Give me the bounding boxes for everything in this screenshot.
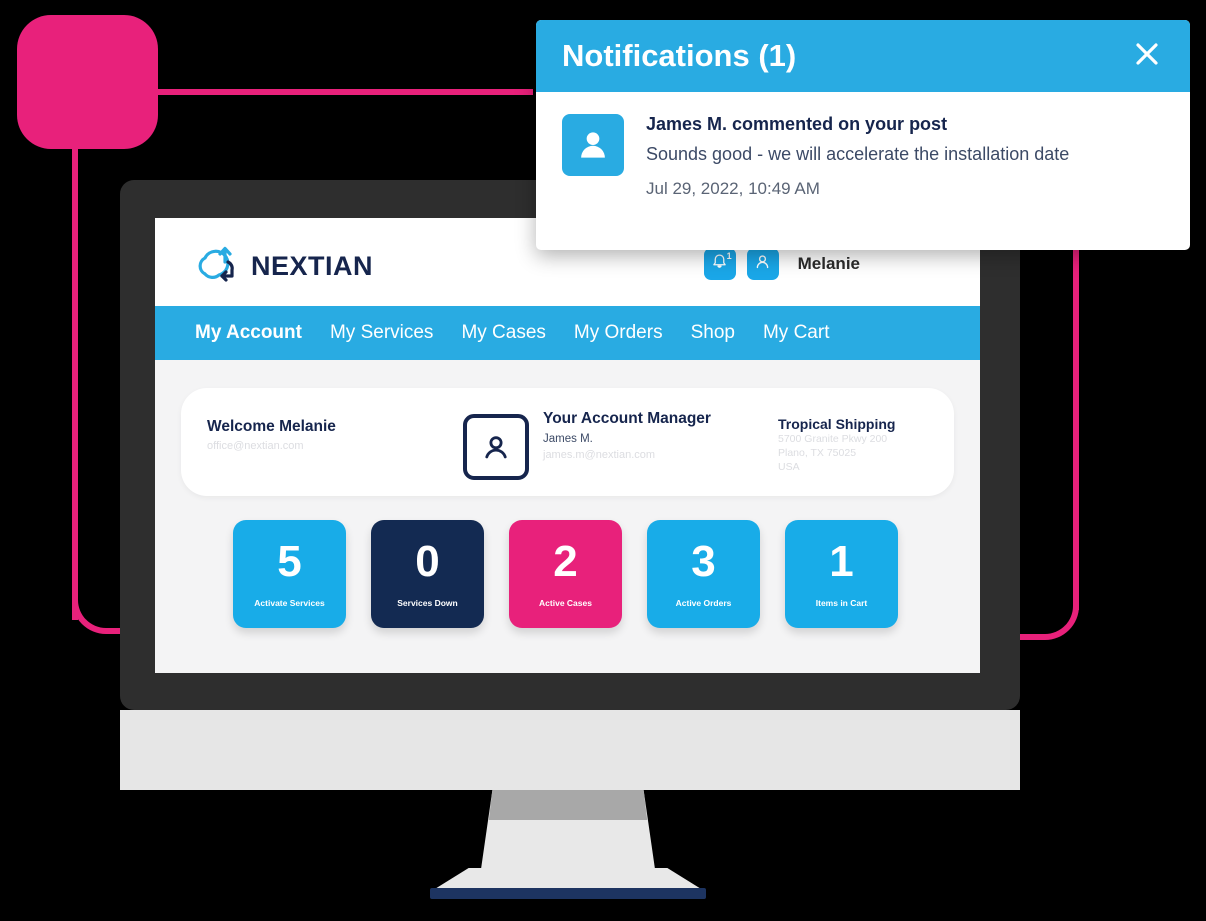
welcome-block: Welcome Melanie office@nextian.com xyxy=(207,418,336,452)
nav-item-shop[interactable]: Shop xyxy=(691,322,735,344)
main-navigation: My Account My Services My Cases My Order… xyxy=(155,306,980,360)
stat-tile-activate-services[interactable]: 5 Activate Services xyxy=(233,520,346,628)
stat-label: Services Down xyxy=(397,598,458,608)
stat-label: Active Cases xyxy=(539,598,592,608)
decorative-line-left xyxy=(72,140,78,620)
account-summary-card: Welcome Melanie office@nextian.com Your … xyxy=(181,388,954,496)
address-line-1: 5700 Granite Pkwy 200 xyxy=(778,433,888,445)
account-manager-block: Your Account Manager James M. james.m@ne… xyxy=(463,410,711,480)
notifications-button[interactable]: 1 xyxy=(703,248,736,280)
header-actions: 1 Melanie xyxy=(703,248,860,280)
decorative-elbow-left xyxy=(72,588,124,634)
nav-item-my-cart[interactable]: My Cart xyxy=(763,322,830,344)
account-manager-name: James M. xyxy=(543,433,593,445)
stat-value: 0 xyxy=(415,537,440,586)
avatar xyxy=(562,114,624,176)
user-name-label: Melanie xyxy=(797,254,860,273)
stat-label: Activate Services xyxy=(254,598,325,608)
address-line-3: USA xyxy=(778,461,800,474)
stat-value: 5 xyxy=(277,537,302,586)
welcome-email: office@nextian.com xyxy=(207,440,304,452)
decorative-line-horizontal xyxy=(155,89,533,95)
welcome-title: Welcome Melanie xyxy=(207,418,336,435)
stat-tile-active-orders[interactable]: 3 Active Orders xyxy=(647,520,760,628)
notification-item[interactable]: James M. commented on your post Sounds g… xyxy=(536,92,1190,221)
company-name: Tropical Shipping xyxy=(778,416,896,432)
decorative-elbow-right xyxy=(1017,590,1079,640)
notifications-panel: Notifications (1) James M. commented on … xyxy=(536,20,1190,250)
brand-logo[interactable]: NEXTIAN xyxy=(195,246,373,287)
stat-value: 2 xyxy=(553,537,578,586)
account-button[interactable] xyxy=(746,248,779,280)
address-line-2: Plano, TX 75025 xyxy=(778,447,857,460)
nav-item-my-orders[interactable]: My Orders xyxy=(574,322,663,344)
nav-item-my-cases[interactable]: My Cases xyxy=(461,322,545,344)
monitor-stand-foot xyxy=(430,888,706,899)
notifications-panel-header: Notifications (1) xyxy=(536,20,1190,92)
stat-value: 1 xyxy=(829,537,854,586)
cloud-arrow-icon xyxy=(195,246,241,287)
stat-tile-services-down[interactable]: 0 Services Down xyxy=(371,520,484,628)
stat-tile-items-in-cart[interactable]: 1 Items in Cart xyxy=(785,520,898,628)
stat-value: 3 xyxy=(691,537,716,586)
notifications-panel-title: Notifications (1) xyxy=(562,38,797,73)
user-icon xyxy=(754,253,771,275)
bell-icon xyxy=(711,253,728,275)
decorative-pink-square xyxy=(17,15,158,149)
monitor-stand-base xyxy=(120,710,1020,790)
monitor-frame: NEXTIAN 1 Melanie My Account My Services… xyxy=(120,180,1020,710)
monitor-screen: NEXTIAN 1 Melanie My Account My Services… xyxy=(155,218,980,673)
company-address-block: Tropical Shipping 5700 Granite Pkwy 200 … xyxy=(778,416,895,475)
nav-item-my-account[interactable]: My Account xyxy=(195,322,302,344)
monitor-stand-shade xyxy=(488,790,648,820)
stat-label: Items in Cart xyxy=(815,598,868,608)
stat-tiles: 5 Activate Services 0 Services Down 2 Ac… xyxy=(181,520,954,628)
notification-badge: 1 xyxy=(726,251,732,261)
nav-item-my-services[interactable]: My Services xyxy=(330,322,433,344)
account-manager-email: james.m@nextian.com xyxy=(543,449,656,461)
notification-heading: James M. commented on your post xyxy=(646,114,948,134)
decorative-line-right xyxy=(1073,250,1079,610)
stat-tile-active-cases[interactable]: 2 Active Cases xyxy=(509,520,622,628)
account-manager-title: Your Account Manager xyxy=(543,410,711,427)
user-square-icon xyxy=(463,414,529,480)
close-icon[interactable] xyxy=(1130,37,1164,76)
notification-timestamp: Jul 29, 2022, 10:49 AM xyxy=(646,179,820,198)
stat-label: Active Orders xyxy=(675,598,732,608)
dashboard-content: Welcome Melanie office@nextian.com Your … xyxy=(155,360,980,628)
notification-message: Sounds good - we will accelerate the ins… xyxy=(646,144,1070,164)
logo-text: NEXTIAN xyxy=(251,251,374,281)
